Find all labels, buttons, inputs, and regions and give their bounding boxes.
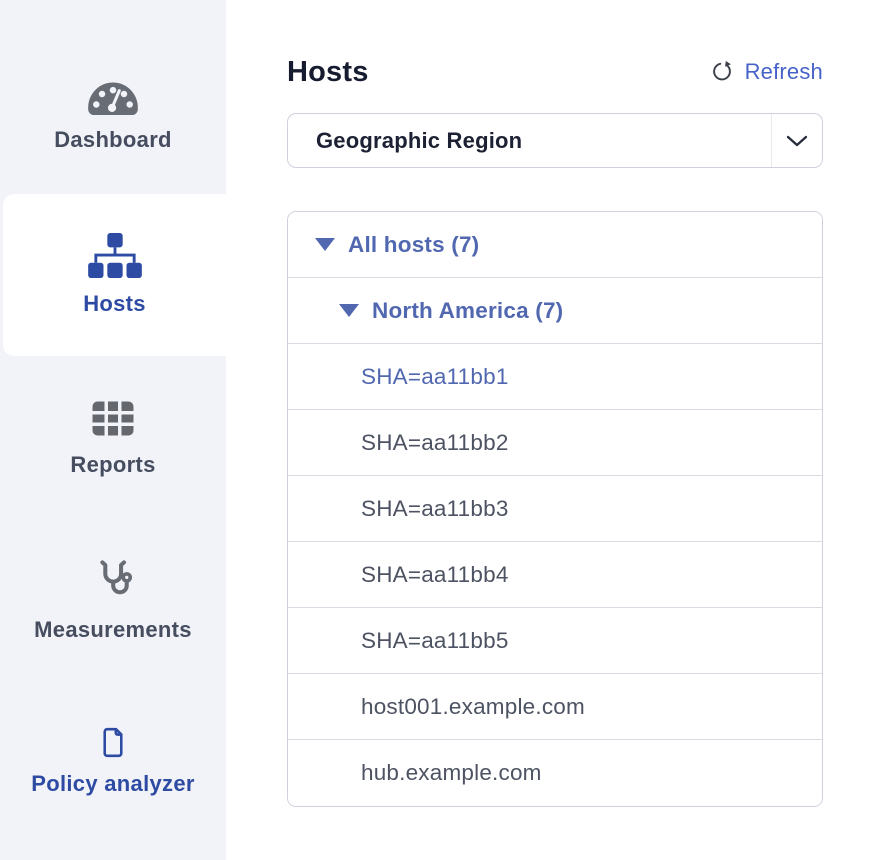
tree-row-all-hosts[interactable]: All hosts (7) <box>288 212 822 278</box>
sidebar-item-label: Policy analyzer <box>31 772 194 796</box>
app-window: Dashboard Hosts <box>0 0 878 860</box>
tree-row-label: host001.example.com <box>361 694 585 720</box>
sidebar-item-label: Reports <box>70 453 155 477</box>
sidebar: Dashboard Hosts <box>0 0 226 860</box>
gauge-icon <box>86 73 140 115</box>
chevron-down-icon <box>771 114 822 167</box>
tree-row-host[interactable]: hub.example.com <box>288 740 822 806</box>
tree-row-host[interactable]: SHA=aa11bb3 <box>288 476 822 542</box>
tree-row-label: SHA=aa11bb1 <box>361 364 509 390</box>
sidebar-item-label: Hosts <box>83 292 146 316</box>
sidebar-item-policy-analyzer[interactable]: Policy analyzer <box>0 680 226 842</box>
tree-row-host[interactable]: SHA=aa11bb5 <box>288 608 822 674</box>
sidebar-item-reports[interactable]: Reports <box>0 356 226 518</box>
page-title: Hosts <box>287 56 369 89</box>
sidebar-item-measurements[interactable]: Measurements <box>0 518 226 680</box>
hosts-panel: Hosts Refresh Geographic Region <box>226 0 878 860</box>
sitemap-icon <box>88 233 142 279</box>
sidebar-item-dashboard[interactable]: Dashboard <box>0 32 226 194</box>
refresh-icon <box>710 59 736 85</box>
sidebar-item-label: Dashboard <box>54 128 172 152</box>
document-icon <box>99 726 127 759</box>
group-by-select[interactable]: Geographic Region <box>287 113 823 168</box>
page-header: Hosts Refresh <box>287 52 823 92</box>
stethoscope-icon <box>91 555 135 605</box>
tree-row-host[interactable]: SHA=aa11bb4 <box>288 542 822 608</box>
tree-row-label: SHA=aa11bb3 <box>361 496 509 522</box>
sidebar-item-label: Measurements <box>34 618 192 642</box>
tree-row-north-america[interactable]: North America (7) <box>288 278 822 344</box>
tree-row-host[interactable]: host001.example.com <box>288 674 822 740</box>
refresh-button[interactable]: Refresh <box>710 59 823 85</box>
table-icon <box>88 397 138 440</box>
tree-row-label: SHA=aa11bb4 <box>361 562 509 588</box>
refresh-label: Refresh <box>745 59 823 85</box>
tree-row-label: SHA=aa11bb5 <box>361 628 509 654</box>
caret-down-icon[interactable] <box>315 238 335 251</box>
tree-row-label: hub.example.com <box>361 760 542 786</box>
tree-row-host[interactable]: SHA=aa11bb2 <box>288 410 822 476</box>
tree-row-label: SHA=aa11bb2 <box>361 430 509 456</box>
caret-down-icon[interactable] <box>339 304 359 317</box>
sidebar-item-hosts[interactable]: Hosts <box>3 194 226 356</box>
tree-row-host[interactable]: SHA=aa11bb1 <box>288 344 822 410</box>
tree-row-label: All hosts (7) <box>348 232 479 258</box>
tree-row-label: North America (7) <box>372 298 563 324</box>
group-by-selected-value: Geographic Region <box>288 114 522 167</box>
host-tree: All hosts (7) North America (7) SHA=aa11… <box>287 211 823 807</box>
